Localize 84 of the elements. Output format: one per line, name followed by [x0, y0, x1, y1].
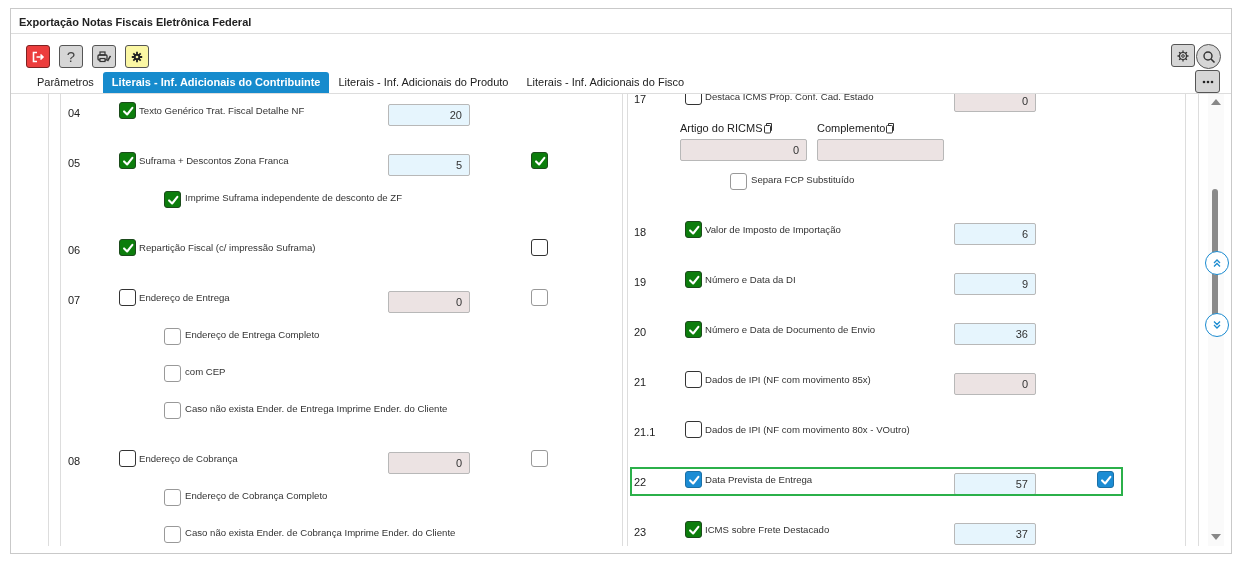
option-label: Dados de IPI (NF com movimento 80x - VOutro) [705, 424, 911, 435]
option-label: com CEP [185, 366, 226, 377]
item-number: 05 [68, 156, 82, 169]
option-label: Repartição Fiscal (c/ impressão Suframa) [139, 242, 317, 253]
number-field[interactable]: 9 [954, 272, 1036, 295]
item-number: 19 [634, 275, 648, 288]
option-label: Número e Data de Documento de Envio [705, 324, 877, 335]
option-label: Dados de IPI (NF com movimento 85x) [705, 374, 872, 385]
scroll-up-icon [1210, 98, 1222, 106]
checkbox[interactable] [685, 321, 702, 338]
option-label: Caso não exista Ender. de Cobrança Imprime Ender. do Cliente [185, 527, 456, 538]
field-label: Artigo do RICMS [680, 122, 763, 134]
item-number: 06 [68, 243, 82, 256]
option-label: Número e Data da DI [705, 274, 797, 285]
exit-button[interactable] [26, 45, 50, 68]
exit-icon [31, 49, 45, 64]
item-number: 21 [634, 375, 648, 388]
option-label: Separa FCP Substituído [751, 174, 855, 185]
search-button[interactable] [1196, 44, 1221, 69]
checkbox[interactable] [685, 271, 702, 288]
checkbox[interactable] [685, 471, 702, 488]
tab[interactable]: Literais - Inf. Adicionais do Fisco [517, 72, 694, 93]
copy-icon [762, 122, 773, 134]
option-label: Endereço de Cobrança [139, 453, 239, 464]
option-label: Texto Genérico Trat. Fiscal Detalhe NF [139, 105, 306, 116]
tab[interactable]: Literais - Inf. Adicionais do Produto [329, 72, 518, 93]
option-label: Endereço de Entrega [139, 292, 231, 303]
item-number: 22 [634, 475, 648, 488]
tab[interactable]: Parâmetros [28, 72, 103, 93]
double-chevron-down-icon [1212, 320, 1222, 330]
print-button[interactable] [92, 45, 116, 68]
number-field[interactable]: 36 [954, 322, 1036, 345]
checkbox[interactable] [685, 421, 702, 438]
checkbox[interactable] [685, 221, 702, 238]
more-button[interactable] [1195, 70, 1220, 93]
field-label: Complemento [817, 122, 886, 134]
number-field[interactable]: 6 [954, 222, 1036, 245]
number-field[interactable]: 57 [954, 472, 1036, 495]
printer-icon [97, 49, 111, 64]
copy-icon [885, 122, 896, 134]
checkbox[interactable] [119, 289, 136, 306]
item-number: 20 [634, 325, 648, 338]
checkbox[interactable] [685, 521, 702, 538]
item-number: 17 [634, 94, 648, 105]
item-number: 18 [634, 225, 648, 238]
checkbox[interactable] [685, 371, 702, 388]
option-label: Suframa + Descontos Zona Franca [139, 155, 290, 166]
more-icon [1201, 79, 1214, 84]
scroll-bottom-button[interactable] [1205, 313, 1229, 337]
option-label: Valor de Imposto de Importação [705, 224, 842, 235]
checkbox[interactable] [119, 152, 136, 169]
item-number: 23 [634, 525, 648, 538]
option-label: Imprime Suframa independente de desconto de ZF [185, 192, 403, 203]
tab[interactable]: Literais - Inf. Adicionais do Contribuinte [102, 72, 330, 93]
settings-icon [1176, 48, 1190, 63]
number-field[interactable]: 5 [388, 153, 470, 176]
option-label: ICMS sobre Frete Destacado [705, 524, 831, 535]
scrollbar[interactable] [1208, 94, 1224, 546]
gear-icon [130, 49, 144, 64]
window-title: Exportação Notas Fiscais Eletrônica Federal [11, 9, 1231, 34]
help-button[interactable]: ? [59, 45, 83, 68]
item-number: 08 [68, 454, 82, 467]
search-icon [1201, 49, 1216, 64]
config-button[interactable] [125, 45, 149, 68]
settings-button[interactable] [1171, 44, 1195, 67]
scroll-down-icon [1210, 533, 1222, 541]
option-label: Endereço de Cobrança Completo [185, 490, 328, 501]
option-label: Caso não exista Ender. de Entrega Imprime Ender. do Cliente [185, 403, 448, 414]
item-number: 21.1 [634, 425, 657, 438]
option-label: Data Prevista de Entrega [705, 474, 814, 485]
checkbox[interactable] [531, 239, 548, 256]
scroll-top-button[interactable] [1205, 251, 1229, 275]
checkbox[interactable] [164, 191, 181, 208]
checkbox[interactable] [531, 152, 548, 169]
item-number: 07 [68, 293, 82, 306]
double-chevron-up-icon [1212, 258, 1222, 268]
number-field[interactable]: 20 [388, 103, 470, 126]
checkbox[interactable] [119, 102, 136, 119]
item-number: 04 [68, 106, 82, 119]
number-field[interactable]: 37 [954, 522, 1036, 545]
checkbox[interactable] [119, 450, 136, 467]
checkbox[interactable] [1097, 471, 1114, 488]
checkbox[interactable] [119, 239, 136, 256]
option-label: Endereço de Entrega Completo [185, 329, 320, 340]
